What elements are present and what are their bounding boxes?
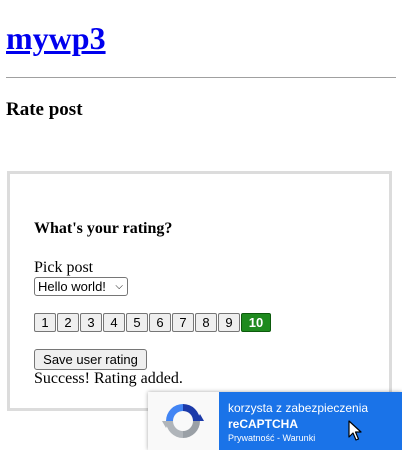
site-title-link[interactable]: mywp3 <box>6 18 106 58</box>
rating-button-3[interactable]: 3 <box>80 313 102 332</box>
recaptcha-badge[interactable]: korzysta z zabezpieczenia reCAPTCHA Pryw… <box>148 392 402 450</box>
post-select[interactable]: Hello world! ⌵ <box>34 277 128 296</box>
chevron-down-icon: ⌵ <box>115 281 123 292</box>
mouse-cursor-icon <box>348 420 362 441</box>
rating-question: What's your rating? <box>34 220 173 237</box>
recaptcha-logo-box <box>148 392 219 450</box>
status-message: Success! Rating added. <box>34 370 183 387</box>
rating-button-9[interactable]: 9 <box>218 313 240 332</box>
rating-button-1[interactable]: 1 <box>34 313 56 332</box>
recaptcha-logo-icon <box>162 404 204 438</box>
rating-button-2[interactable]: 2 <box>57 313 79 332</box>
rating-button-6[interactable]: 6 <box>149 313 171 332</box>
page-title: Rate post <box>6 99 83 120</box>
rating-button-5[interactable]: 5 <box>126 313 148 332</box>
rating-button-7[interactable]: 7 <box>172 313 194 332</box>
save-rating-button[interactable]: Save user rating <box>34 349 147 370</box>
recaptcha-line-2: reCAPTCHA <box>228 417 299 431</box>
rating-buttons: 1 2 3 4 5 6 7 8 9 10 <box>34 313 272 332</box>
post-select-value: Hello world! <box>38 279 106 294</box>
pick-post-label: Pick post <box>34 259 94 276</box>
rating-button-10[interactable]: 10 <box>241 313 271 332</box>
recaptcha-line-1: korzysta z zabezpieczenia <box>228 401 369 415</box>
rating-button-4[interactable]: 4 <box>103 313 125 332</box>
header-divider <box>6 77 396 78</box>
recaptcha-privacy-terms[interactable]: Prywatność - Warunki <box>228 433 315 444</box>
rating-button-8[interactable]: 8 <box>195 313 217 332</box>
